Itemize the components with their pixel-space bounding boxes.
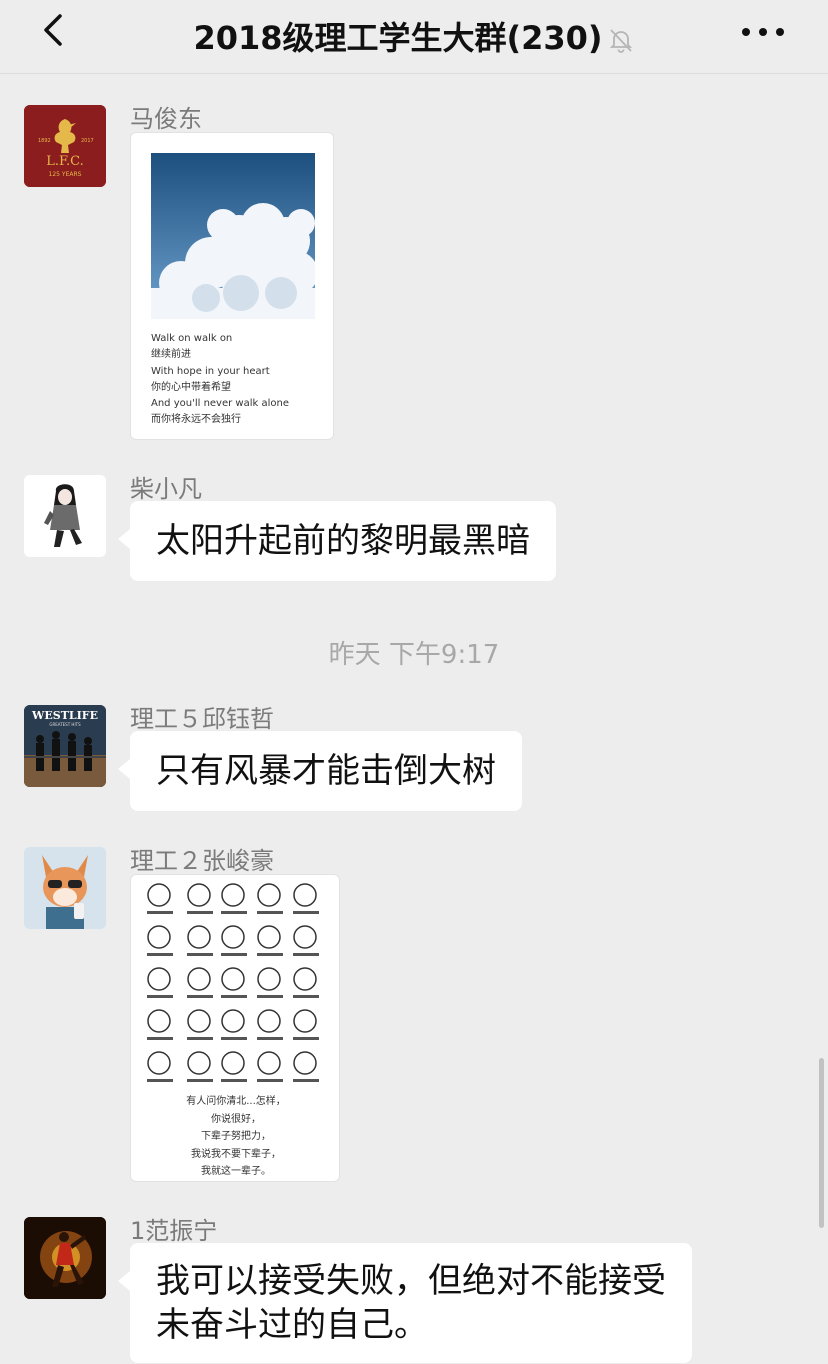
sender-name: 1范振宁 bbox=[130, 1217, 218, 1245]
avatar-lfc[interactable]: 1892 2017 L.F.C. 125 YEARS bbox=[24, 105, 106, 187]
svg-text:GREATEST HITS: GREATEST HITS bbox=[49, 722, 81, 727]
text-bubble[interactable]: 太阳升起前的黎明最黑暗 bbox=[118, 501, 556, 581]
scrollbar[interactable] bbox=[819, 1058, 824, 1228]
bell-muted-icon bbox=[609, 29, 632, 53]
text-bubble[interactable]: 只有风暴才能击倒大树 bbox=[118, 731, 522, 811]
timestamp-divider: 昨天 下午9:17 bbox=[328, 640, 500, 670]
image-caption: 有人问你清北...怎样， 你说很好， 下辈子努把力， 我说我不要下辈子， 我就这… bbox=[186, 1096, 286, 1177]
image-caption: Walk on walk on 继续前进 With hope in your h… bbox=[151, 333, 289, 426]
avatar-sketch-figure[interactable] bbox=[24, 475, 106, 557]
sender-name: 理工５邱钰哲 bbox=[130, 705, 274, 733]
sender-name: 马俊东 bbox=[130, 105, 202, 133]
svg-text:WESTLIFE: WESTLIFE bbox=[31, 709, 98, 722]
liverbird-icon: 1892 2017 L.F.C. 125 YEARS bbox=[24, 105, 106, 187]
image-message-university-logos[interactable]: 有人问你清北...怎样， 你说很好， 下辈子努把力， 我说我不要下辈子， 我就这… bbox=[130, 874, 340, 1182]
svg-text:1892: 1892 bbox=[38, 138, 51, 144]
cloud-photo bbox=[151, 153, 315, 319]
chat-title-row[interactable]: 2018级理工学生大群(230) bbox=[0, 13, 828, 59]
more-options-icon[interactable] bbox=[738, 22, 788, 42]
text-bubble[interactable]: 我可以接受失败，但绝对不能接受 未奋斗过的自己。 bbox=[118, 1243, 692, 1363]
svg-text:2017: 2017 bbox=[81, 138, 94, 144]
svg-text:L.F.C.: L.F.C. bbox=[46, 154, 84, 169]
avatar-westlife[interactable]: WESTLIFE GREATEST HITS bbox=[24, 705, 106, 787]
university-logos-grid bbox=[147, 883, 319, 1082]
avatar-cartoon-fox[interactable] bbox=[24, 847, 106, 929]
chat-header: 2018级理工学生大群(230) bbox=[0, 0, 828, 74]
svg-text:125 YEARS: 125 YEARS bbox=[49, 171, 82, 178]
chat-title: 2018级理工学生大群(230) bbox=[193, 19, 603, 57]
image-message-lfc[interactable]: Walk on walk on 继续前进 With hope in your h… bbox=[130, 132, 334, 440]
avatar-basketball-player[interactable] bbox=[24, 1217, 106, 1299]
sender-name: 柴小凡 bbox=[130, 475, 202, 503]
sender-name: 理工２张峻豪 bbox=[130, 847, 274, 875]
